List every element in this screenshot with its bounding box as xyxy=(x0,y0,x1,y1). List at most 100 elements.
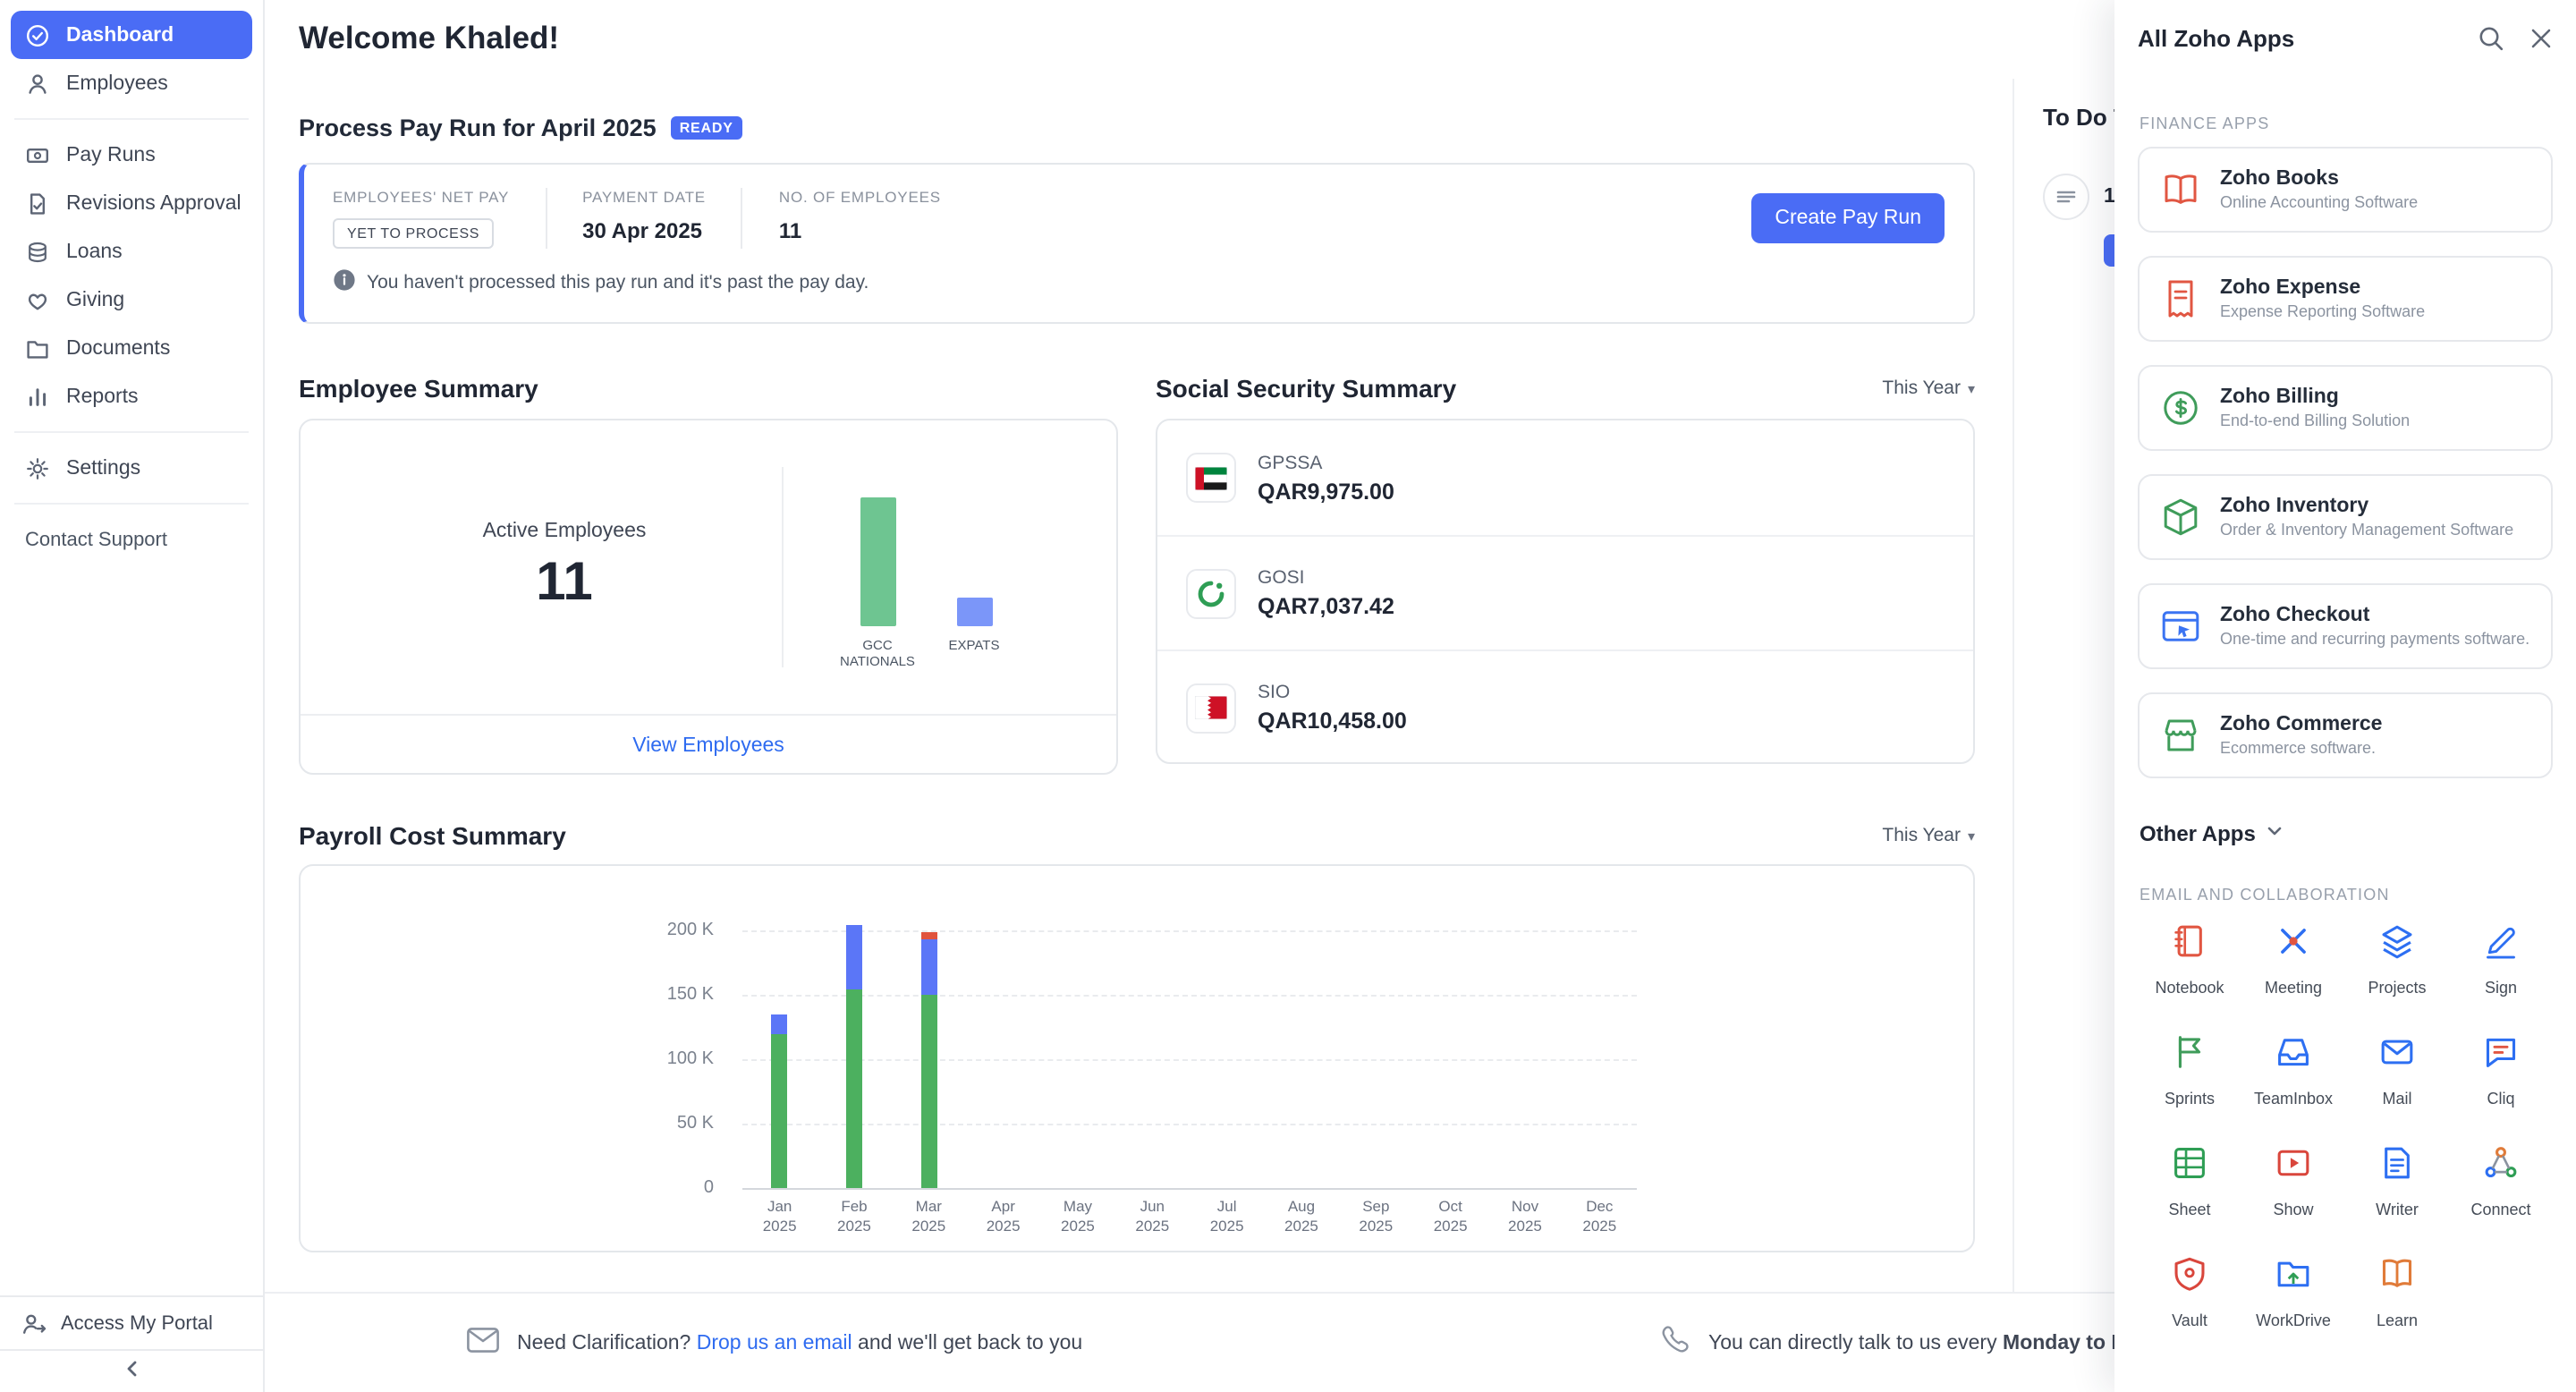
app-vault[interactable]: Vault xyxy=(2138,1254,2241,1329)
app-writer[interactable]: Writer xyxy=(2345,1143,2449,1218)
create-pay-run-button[interactable]: Create Pay Run xyxy=(1751,193,1945,243)
payrun-title-prefix: Process Pay Run for xyxy=(299,115,535,141)
social-security-row-gosi[interactable]: GOSI QAR7,037.42 xyxy=(1157,535,1973,649)
social-security-row-sio[interactable]: SIO QAR10,458.00 xyxy=(1157,649,1973,764)
app-label: Learn xyxy=(2377,1311,2418,1329)
app-teaminbox[interactable]: TeamInbox xyxy=(2241,1032,2345,1108)
other-apps-toggle[interactable]: Other Apps xyxy=(2140,821,2551,846)
app-mail[interactable]: Mail xyxy=(2345,1032,2449,1108)
net-pay-label: EMPLOYEES' NET PAY xyxy=(333,188,509,206)
app-card-zoho-inventory[interactable]: Zoho InventoryOrder & Inventory Manageme… xyxy=(2138,474,2553,560)
app-label: WorkDrive xyxy=(2256,1311,2331,1329)
app-card-zoho-books[interactable]: Zoho BooksOnline Accounting Software xyxy=(2138,147,2553,233)
sidebar-item-settings[interactable]: Settings xyxy=(11,444,252,492)
app-desc: Online Accounting Software xyxy=(2220,193,2418,211)
footer-talk: You can directly talk to us every Monday… xyxy=(1658,1294,2173,1392)
sidebar-item-label: Settings xyxy=(66,457,140,479)
sidebar-item-employees[interactable]: Employees xyxy=(11,59,252,107)
employee-count-value: 11 xyxy=(779,218,941,243)
app-sign[interactable]: Sign xyxy=(2449,921,2553,997)
show-icon xyxy=(2274,1143,2313,1192)
search-icon[interactable] xyxy=(2478,24,2504,51)
chevron-down-icon: ▾ xyxy=(1968,828,1975,844)
zoho-apps-panel: All Zoho Apps FINANCE APPS Zoho BooksOnl… xyxy=(2114,0,2576,1392)
payroll-cost-card: 050 K100 K150 K200 K Jan2025Feb2025Mar20… xyxy=(299,864,1975,1252)
sidebar-item-pay-runs[interactable]: Pay Runs xyxy=(11,131,252,179)
app-connect[interactable]: Connect xyxy=(2449,1143,2553,1218)
app-label: Sheet xyxy=(2168,1201,2210,1218)
app-label: TeamInbox xyxy=(2254,1090,2333,1108)
app-name: Zoho Checkout xyxy=(2220,605,2529,626)
sidebar-item-revisions-approval[interactable]: Revisions Approval xyxy=(11,179,252,227)
access-my-portal-link[interactable]: Access My Portal xyxy=(0,1295,263,1349)
payroll-cost-header: Payroll Cost Summary This Year▾ xyxy=(299,819,1975,852)
social-security-filter[interactable]: This Year▾ xyxy=(1882,378,1975,399)
close-icon[interactable] xyxy=(2529,26,2553,49)
app-card-zoho-expense[interactable]: Zoho ExpenseExpense Reporting Software xyxy=(2138,256,2553,342)
app-show[interactable]: Show xyxy=(2241,1143,2345,1218)
employee-count-field: NO. OF EMPLOYEES 11 xyxy=(779,188,941,249)
vertical-divider xyxy=(781,467,783,667)
social-security-amount: QAR9,975.00 xyxy=(1258,479,1394,504)
payrun-title: Process Pay Run for April 2025 xyxy=(299,115,657,141)
workdrive-icon xyxy=(2274,1254,2313,1303)
bar-segment-green xyxy=(772,1034,788,1188)
teaminbox-icon xyxy=(2274,1032,2313,1081)
mini-chart-column: GCC NATIONALS xyxy=(829,462,926,673)
sidebar-item-loans[interactable]: Loans xyxy=(11,227,252,276)
bar-segment-red xyxy=(920,932,936,938)
app-sheet[interactable]: Sheet xyxy=(2138,1143,2241,1218)
app-projects[interactable]: Projects xyxy=(2345,921,2449,997)
social-security-title: Social Security Summary xyxy=(1156,374,1456,403)
sidebar-item-documents[interactable]: Documents xyxy=(11,324,252,372)
zoho-inventory-icon xyxy=(2157,494,2204,540)
envelope-icon xyxy=(467,1328,499,1358)
projects-icon xyxy=(2377,921,2417,970)
apps-panel-header: All Zoho Apps xyxy=(2138,0,2553,75)
zoho-books-icon xyxy=(2157,166,2204,213)
app-learn[interactable]: Learn xyxy=(2345,1254,2449,1329)
app-card-zoho-commerce[interactable]: Zoho CommerceEcommerce software. xyxy=(2138,692,2553,778)
app-card-zoho-checkout[interactable]: Zoho CheckoutOne-time and recurring paym… xyxy=(2138,583,2553,669)
cliq-icon xyxy=(2481,1032,2521,1081)
sidebar-item-dashboard[interactable]: Dashboard xyxy=(11,11,252,59)
active-employees-label: Active Employees xyxy=(394,521,734,542)
app-meeting[interactable]: Meeting xyxy=(2241,921,2345,997)
app-label: Cliq xyxy=(2487,1090,2514,1108)
contact-support-link[interactable]: Contact Support xyxy=(11,515,252,564)
app-notebook[interactable]: Notebook xyxy=(2138,921,2241,997)
sidebar-collapse-button[interactable] xyxy=(0,1349,263,1392)
sidebar-item-label: Giving xyxy=(66,289,124,310)
payroll-xlabels: Jan2025Feb2025Mar2025Apr2025May2025Jun20… xyxy=(742,1197,1637,1243)
main-content: Welcome Khaled! Process Pay Run for Apri… xyxy=(265,0,2012,1292)
social-security-amount: QAR7,037.42 xyxy=(1258,594,1394,619)
app-label: Projects xyxy=(2368,979,2426,997)
app-workdrive[interactable]: WorkDrive xyxy=(2241,1254,2345,1329)
payroll-bar-mar xyxy=(892,905,966,1188)
social-security-row-gpssa[interactable]: GPSSA QAR9,975.00 xyxy=(1157,420,1973,535)
bar-segment-blue xyxy=(846,925,862,989)
sidebar-item-reports[interactable]: Reports xyxy=(11,372,252,420)
sidebar-item-giving[interactable]: Giving xyxy=(11,276,252,324)
social-security-name: SIO xyxy=(1258,682,1407,703)
connect-icon xyxy=(2481,1143,2521,1192)
drop-us-an-email-link[interactable]: Drop us an email xyxy=(697,1332,852,1354)
app-sprints[interactable]: Sprints xyxy=(2138,1032,2241,1108)
app-card-zoho-billing[interactable]: Zoho BillingEnd-to-end Billing Solution xyxy=(2138,365,2553,451)
app-label: Vault xyxy=(2172,1311,2207,1329)
app-cliq[interactable]: Cliq xyxy=(2449,1032,2553,1108)
revisions-approval-icon xyxy=(25,191,50,216)
payroll-plot xyxy=(742,905,1637,1188)
payroll-bar-jun xyxy=(1115,905,1190,1188)
view-employees-link[interactable]: View Employees xyxy=(632,734,784,756)
payroll-cost-filter[interactable]: This Year▾ xyxy=(1882,825,1975,846)
employee-summary-card: Active Employees 11 GCC NATIONALSEXPATS … xyxy=(299,419,1118,775)
payroll-bar-oct xyxy=(1413,905,1487,1188)
phone-icon xyxy=(1658,1324,1690,1362)
giving-icon xyxy=(25,287,50,312)
sidebar-item-label: Documents xyxy=(66,337,170,359)
access-my-portal-label: Access My Portal xyxy=(61,1312,213,1334)
portal-icon xyxy=(21,1311,47,1336)
notebook-icon xyxy=(2170,921,2209,970)
sidebar-nav: Dashboard Employees Pay Runs Revisions A… xyxy=(0,0,263,564)
